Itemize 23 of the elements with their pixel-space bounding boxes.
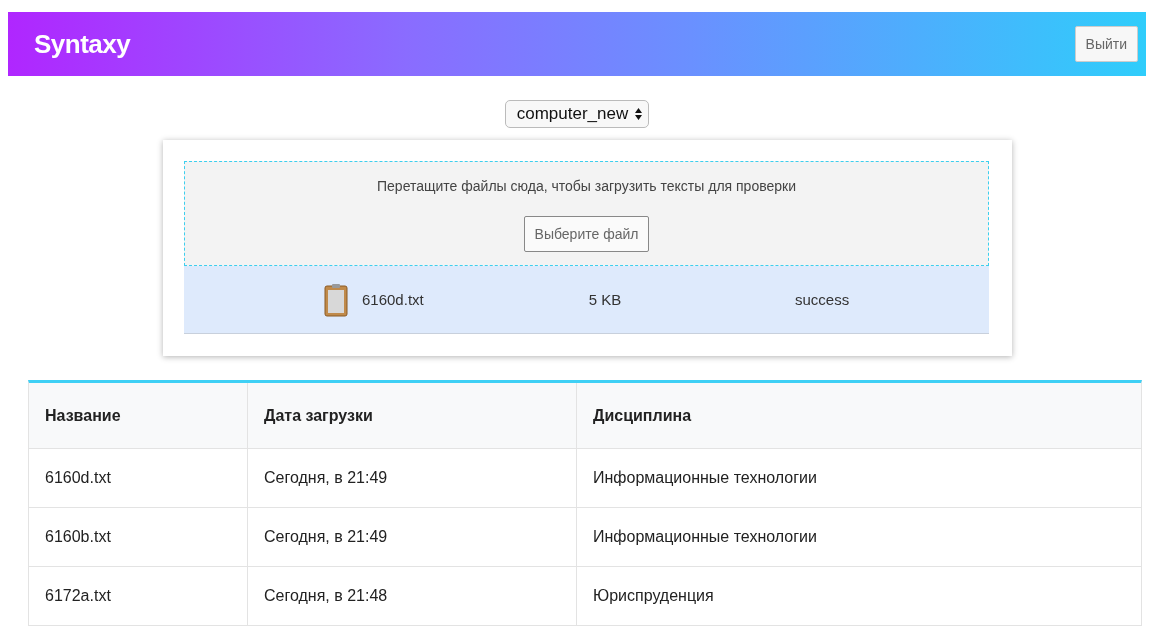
column-header: Дата загрузки: [248, 383, 577, 448]
table-cell: 6160d.txt: [29, 449, 248, 507]
table-cell: 6160b.txt: [29, 508, 248, 566]
clipboard-icon: [324, 282, 348, 317]
upload-status: success: [795, 291, 850, 308]
database-select[interactable]: computer_new: [504, 100, 650, 128]
drop-hint: Перетащите файлы сюда, чтобы загрузить тексты для проверки: [377, 178, 796, 194]
file-size: 5 KB: [588, 291, 622, 308]
logout-button[interactable]: Выйти: [1074, 26, 1138, 62]
table-cell-text: Информационные технологии: [592, 527, 818, 547]
column-header: Дисциплина: [592, 405, 693, 426]
table-cell: Сегодня, в 21:48: [248, 567, 577, 625]
table-cell: 6172a.txt: [29, 567, 248, 625]
table-cell-text: Информационные технологии: [592, 468, 818, 488]
file-name: 6160d.txt: [362, 291, 425, 308]
table-cell-text: Юриспруденция: [592, 586, 715, 606]
drop-zone[interactable]: Перетащите файлы сюда, чтобы загрузить тексты для проверки Выберите файл: [184, 161, 989, 266]
table-cell: Сегодня, в 21:49: [248, 508, 577, 566]
choose-file-button[interactable]: Выберите файл: [523, 216, 650, 252]
updown-arrows-icon: [634, 107, 644, 121]
table-cell: Сегодня, в 21:49: [248, 449, 577, 507]
app-logo: Syntaxy: [34, 28, 131, 60]
column-header: Название: [29, 383, 248, 448]
